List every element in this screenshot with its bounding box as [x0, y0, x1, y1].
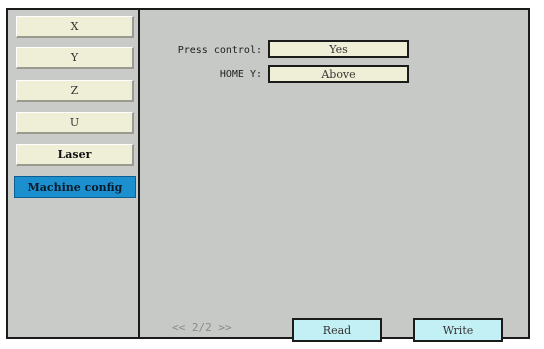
sidebar-item-label: X: [70, 20, 79, 33]
home-y-label: HOME Y:: [219, 69, 262, 80]
press-control-value: Yes: [329, 42, 348, 56]
sidebar-item-label: Y: [70, 51, 79, 64]
sidebar-item-z[interactable]: Z: [16, 80, 134, 102]
press-control-label: Press control:: [177, 45, 262, 56]
sidebar-item-label: Machine config: [27, 180, 123, 194]
write-button-label: Write: [442, 323, 474, 337]
write-button[interactable]: Write: [413, 318, 503, 342]
read-button[interactable]: Read: [292, 318, 382, 342]
sidebar-item-u[interactable]: U: [16, 112, 134, 134]
read-button-label: Read: [322, 323, 352, 337]
home-y-value: Above: [321, 67, 356, 81]
sidebar-item-label: Laser: [57, 148, 92, 161]
sidebar-item-label: U: [69, 116, 80, 129]
sidebar-item-laser[interactable]: Laser: [16, 144, 134, 166]
sidebar-item-machine-config[interactable]: Machine config: [14, 176, 136, 198]
press-control-field[interactable]: Yes: [268, 40, 409, 58]
sidebar-item-y[interactable]: Y: [16, 47, 134, 69]
sidebar-item-label: Z: [70, 84, 79, 97]
page-indicator[interactable]: << 2/2 >>: [172, 321, 242, 334]
sidebar-item-x[interactable]: X: [16, 16, 134, 38]
home-y-field[interactable]: Above: [268, 65, 409, 83]
